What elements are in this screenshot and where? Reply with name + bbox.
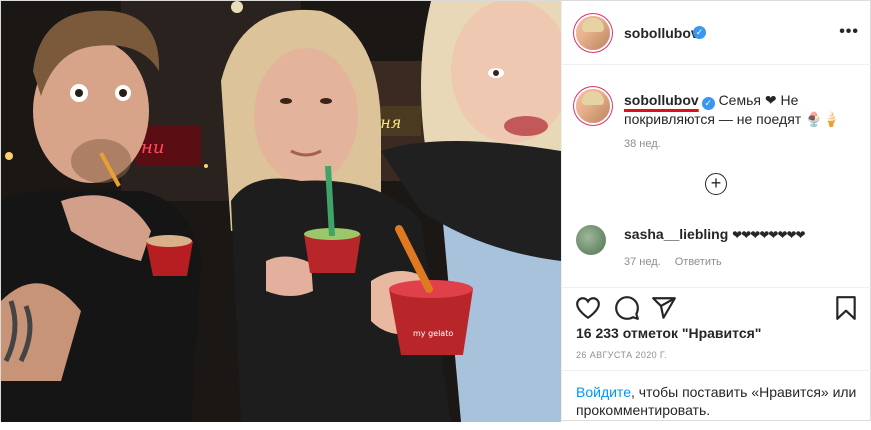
caption-username[interactable]: sobollubov [624, 92, 699, 108]
plus-circle-icon[interactable]: + [705, 173, 727, 195]
commenter-avatar[interactable] [576, 225, 606, 255]
more-options-icon[interactable]: ••• [839, 23, 859, 41]
author-username[interactable]: sobollubov [624, 25, 699, 41]
post-photo[interactable]: ни ячьня [1, 1, 561, 422]
caption-time[interactable]: 38 нед. [624, 138, 661, 150]
comment-body: ❤❤❤❤❤❤❤❤ [732, 228, 805, 242]
login-link[interactable]: Войдите [576, 384, 631, 400]
post-date[interactable]: 26 АВГУСТА 2020 Г. [576, 350, 667, 360]
caption-avatar[interactable] [576, 89, 610, 123]
heart-icon[interactable] [575, 295, 601, 321]
post-sidebar: sobollubov ✓ ••• sobollubov ✓ Семья ❤ Не … [561, 1, 871, 422]
bookmark-icon[interactable] [833, 295, 859, 321]
heart-emoji: ❤ [764, 92, 777, 108]
svg-text:ни: ни [141, 137, 164, 158]
comment-meta: 37 нед. Ответить [624, 256, 722, 268]
caption-emoji-tail: 🍨🍦 [805, 111, 840, 127]
caption-text: sobollubov ✓ Семья ❤ Не покривляются — не… [624, 91, 859, 128]
comment-icon[interactable] [614, 295, 640, 321]
author-avatar[interactable] [576, 16, 610, 50]
actions-section: 16 233 отметок "Нравится" 26 АВГУСТА 202… [562, 287, 871, 427]
comment-text: sasha__liebling ❤❤❤❤❤❤❤❤ [624, 226, 806, 242]
instagram-post: ни ячьня [0, 0, 871, 422]
login-prompt: Войдите, чтобы поставить «Нравится» или … [562, 370, 871, 430]
likes-count[interactable]: 16 233 отметок "Нравится" [576, 325, 761, 341]
verified-badge-icon: ✓ [701, 97, 715, 110]
svg-text:my gelato: my gelato [413, 329, 453, 338]
comment-time[interactable]: 37 нед. [624, 256, 661, 268]
post-header: sobollubov ✓ ••• [562, 1, 871, 65]
reply-button[interactable]: Ответить [675, 256, 722, 268]
verified-badge-icon: ✓ [693, 26, 706, 39]
commenter-username[interactable]: sasha__liebling [624, 226, 728, 242]
share-icon[interactable] [651, 295, 677, 321]
comment-item: sasha__liebling ❤❤❤❤❤❤❤❤ 37 нед. Ответить [562, 223, 871, 273]
caption-text-part1: Семья [718, 92, 761, 108]
